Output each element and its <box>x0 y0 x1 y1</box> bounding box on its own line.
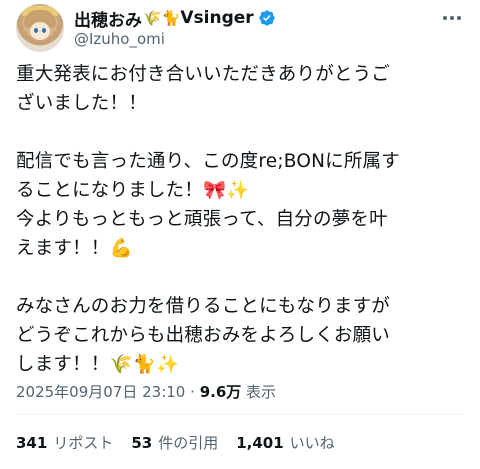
likes-count: 1,401 <box>236 434 284 452</box>
tweet-text: 重大発表にお付き合いいただきありがとうご ざいました！！ 配信でも言った通り、こ… <box>16 64 400 375</box>
author-name-row[interactable]: 出穂おみ 🌾🐈 Vsinger <box>74 6 276 31</box>
view-count: 9.6万 <box>199 383 242 401</box>
author-display-name[interactable]: 出穂おみ <box>74 6 142 31</box>
quotes-count: 53 <box>131 434 153 452</box>
view-label: 表示 <box>246 383 277 401</box>
avatar[interactable] <box>16 4 64 52</box>
author-name-suffix[interactable]: Vsinger <box>180 8 253 28</box>
quotes-stat[interactable]: 53 件の引用 <box>131 432 218 453</box>
more-options-icon[interactable] <box>440 8 464 28</box>
engagement-stats: 341 リポスト 53 件の引用 1,401 いいね <box>16 432 335 453</box>
author-handle[interactable]: @Izuho_omi <box>74 30 165 48</box>
verified-badge-icon[interactable] <box>258 9 276 27</box>
reposts-stat[interactable]: 341 リポスト <box>16 432 113 453</box>
meta-separator: · <box>190 383 195 401</box>
divider <box>16 414 464 415</box>
name-emojis: 🌾🐈 <box>143 9 181 27</box>
tweet-header: 出穂おみ 🌾🐈 Vsinger @Izuho_omi <box>16 4 464 54</box>
likes-label: いいね <box>289 434 335 452</box>
quotes-label: 件の引用 <box>158 434 219 452</box>
tweet-timestamp[interactable]: 2025年09月07日 23:10 <box>16 383 185 401</box>
reposts-label: リポスト <box>53 434 114 452</box>
tweet-meta: 2025年09月07日 23:10 · 9.6万 表示 <box>16 381 276 402</box>
reposts-count: 341 <box>16 434 48 452</box>
likes-stat[interactable]: 1,401 いいね <box>236 432 334 453</box>
